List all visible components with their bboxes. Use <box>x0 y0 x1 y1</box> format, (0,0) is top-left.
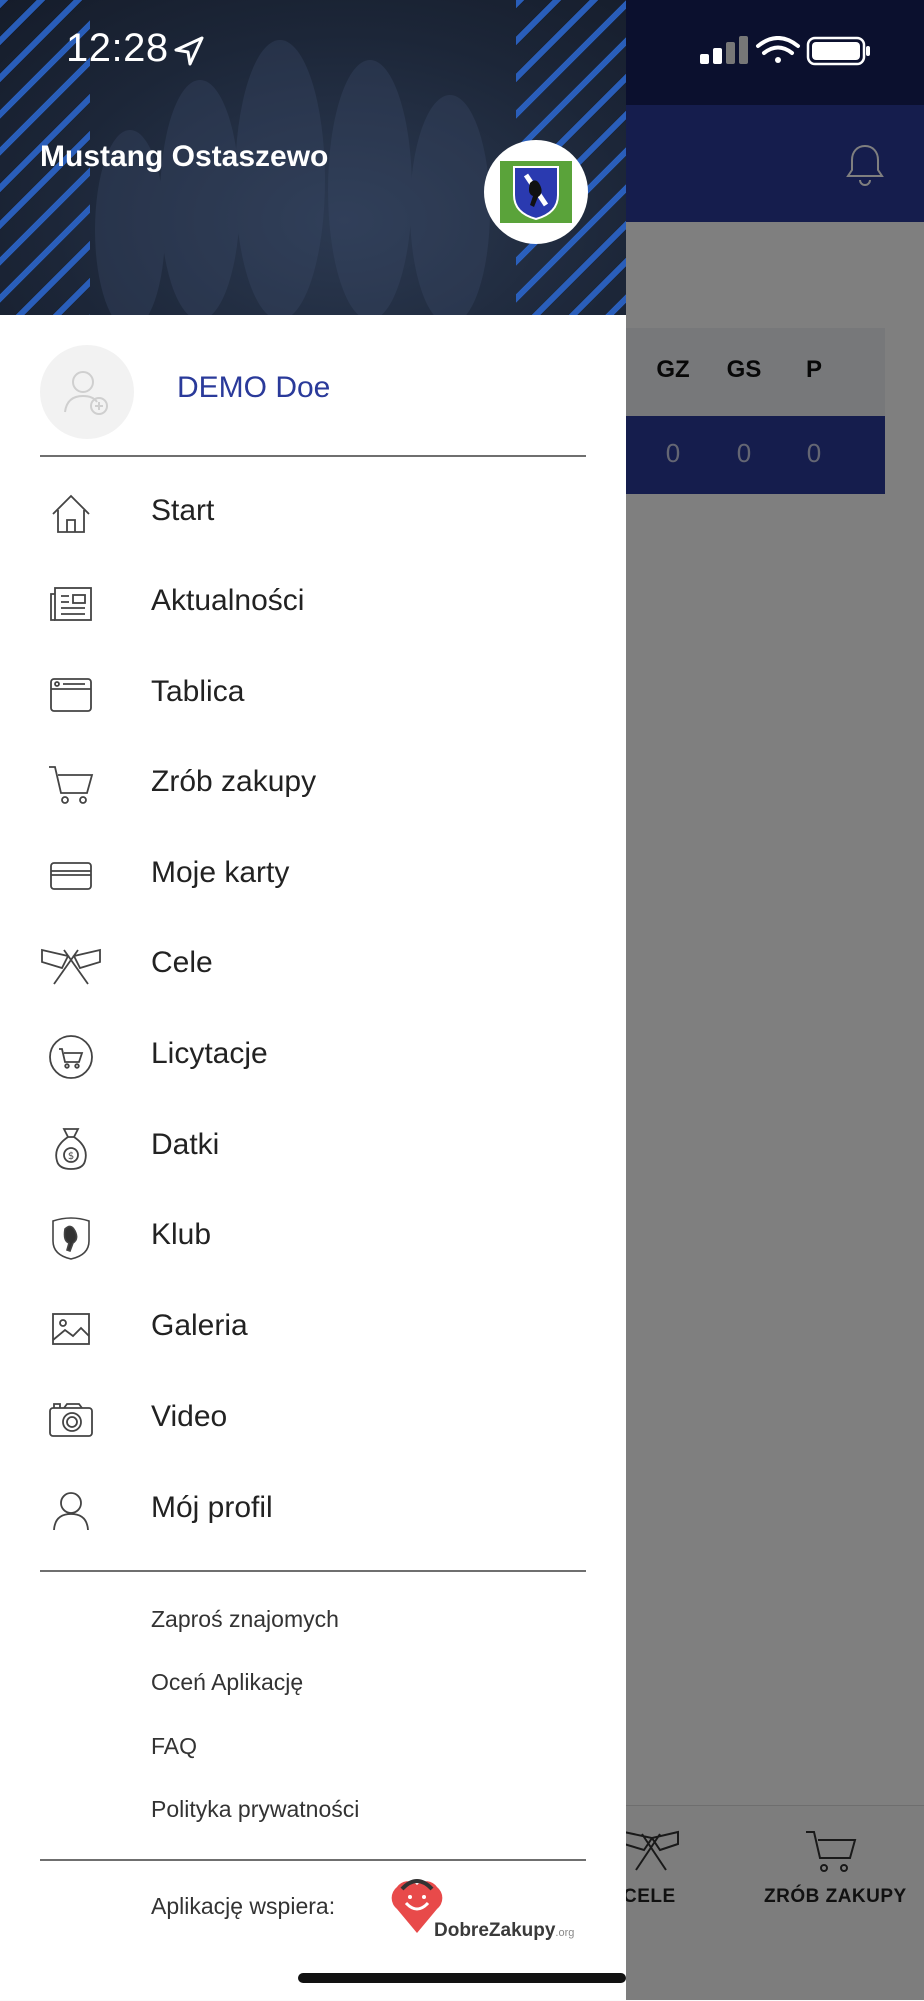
newspaper-icon <box>38 579 104 629</box>
menu-item-start[interactable]: Start <box>0 469 626 559</box>
menu-item-moje-karty[interactable]: Moje karty <box>0 831 626 921</box>
menu-item-datki[interactable]: $ Datki <box>0 1103 626 1193</box>
user-icon <box>38 1486 104 1536</box>
sponsor-brand-suffix: .org <box>555 1927 575 1939</box>
avatar[interactable] <box>40 345 134 439</box>
image-icon <box>38 1304 104 1354</box>
menu-item-zrob-zakupy[interactable]: Zrób zakupy <box>0 740 626 830</box>
battery-icon <box>806 36 870 66</box>
menu-item-moj-profil[interactable]: Mój profil <box>0 1466 626 1556</box>
menu-item-cele[interactable]: Cele <box>0 921 626 1011</box>
menu-label: Moje karty <box>151 856 290 889</box>
flags-icon <box>38 941 104 991</box>
status-icons <box>694 36 874 75</box>
menu-label: Licytacje <box>151 1037 268 1070</box>
home-icon <box>38 489 104 539</box>
menu-label: Video <box>151 1400 228 1433</box>
money-bag-icon: $ <box>38 1123 104 1173</box>
home-indicator[interactable] <box>298 1973 626 1983</box>
menu-item-klub[interactable]: Klub <box>0 1193 626 1283</box>
menu-label: Tablica <box>151 675 245 708</box>
menu-label: Datki <box>151 1128 220 1161</box>
board-icon <box>38 670 104 720</box>
link-ocen-aplikacje[interactable]: Oceń Aplikację <box>151 1669 303 1696</box>
svg-text:$: $ <box>68 1151 74 1162</box>
menu-label: Klub <box>151 1218 212 1251</box>
menu-item-aktualnosci[interactable]: Aktualności <box>0 559 626 649</box>
sponsor-brand-name: DobreZakupy <box>434 1920 556 1941</box>
menu-item-licytacje[interactable]: Licytacje <box>0 1012 626 1102</box>
menu-label: Zrób zakupy <box>151 765 317 798</box>
menu-label: Cele <box>151 946 213 979</box>
menu-item-galeria[interactable]: Galeria <box>0 1284 626 1374</box>
add-user-icon <box>64 371 108 415</box>
link-faq[interactable]: FAQ <box>151 1733 197 1760</box>
menu-label: Start <box>151 494 215 527</box>
menu-label: Galeria <box>151 1309 248 1342</box>
cart-icon <box>38 760 104 810</box>
card-icon <box>38 851 104 901</box>
divider <box>40 1859 586 1861</box>
link-zapros-znajomych[interactable]: Zaproś znajomych <box>151 1606 339 1633</box>
navigation-drawer: 12:28 Mustang Ostaszewo DEMO Doe Start A… <box>0 0 626 2000</box>
club-crest-icon <box>38 1213 104 1263</box>
user-profile-row[interactable]: DEMO Doe <box>0 315 626 455</box>
club-name: Mustang Ostaszewo <box>40 140 329 173</box>
wifi-icon <box>756 36 800 63</box>
divider <box>40 455 586 457</box>
camera-icon <box>38 1395 104 1445</box>
menu-item-tablica[interactable]: Tablica <box>0 650 626 740</box>
club-crest-icon <box>500 161 572 223</box>
sponsor-label: Aplikację wspiera: <box>151 1893 336 1919</box>
auction-icon <box>38 1032 104 1082</box>
status-time: 12:28 <box>66 26 169 70</box>
menu-label: Aktualności <box>151 584 305 617</box>
location-arrow-icon <box>174 36 204 66</box>
link-polityka-prywatnosci[interactable]: Polityka prywatności <box>151 1796 359 1823</box>
signal-icon <box>700 36 748 64</box>
user-name[interactable]: DEMO Doe <box>177 371 330 405</box>
divider <box>40 1570 586 1572</box>
menu-label: Mój profil <box>151 1491 273 1524</box>
club-logo[interactable] <box>484 140 588 244</box>
sponsor-brand[interactable]: DobreZakupy.org <box>434 1920 574 1942</box>
menu-item-video[interactable]: Video <box>0 1375 626 1465</box>
